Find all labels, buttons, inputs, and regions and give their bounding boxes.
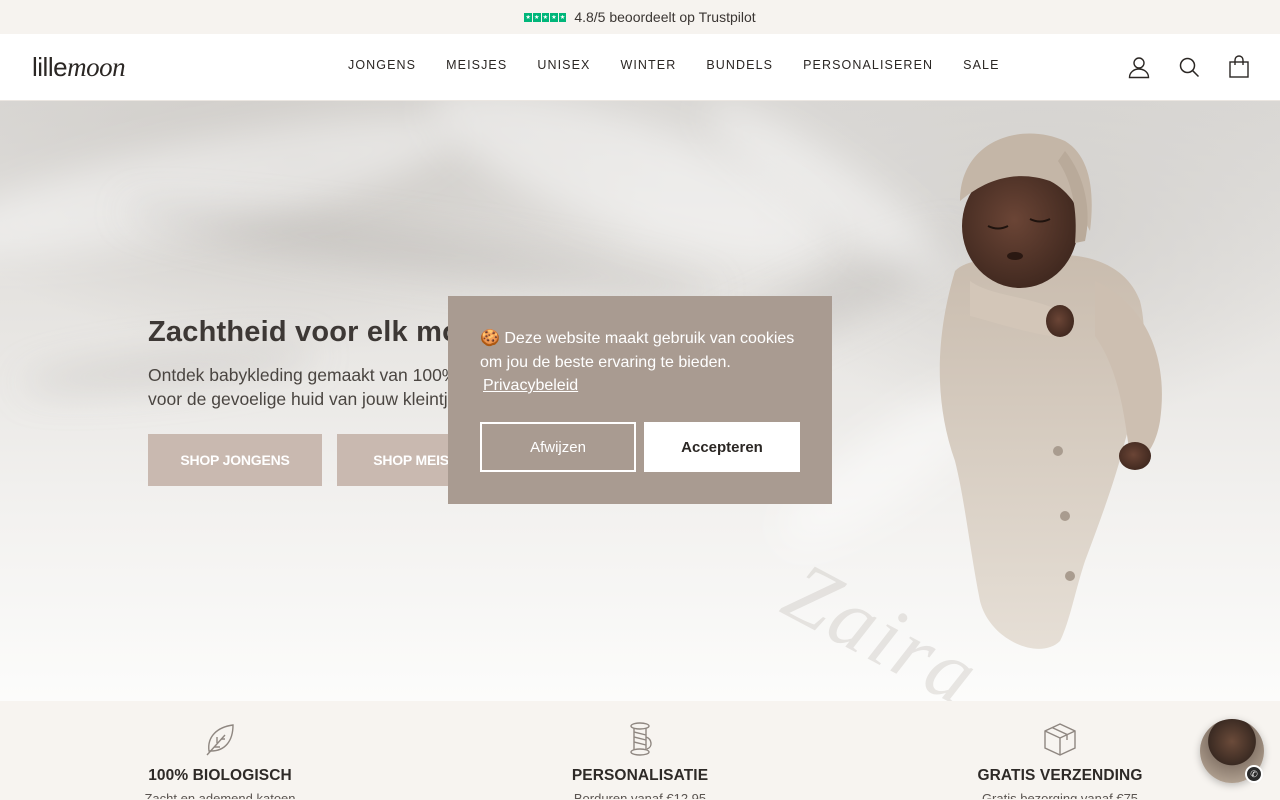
usp-title: PERSONALISATIE [571, 767, 709, 784]
usp-organic: 100% BIOLOGISCH Zacht en ademend katoen [70, 721, 370, 799]
usp-title: GRATIS VERZENDING [977, 767, 1143, 784]
usp-bar: 100% BIOLOGISCH Zacht en ademend katoen … [0, 701, 1280, 800]
cookie-emoji-icon: 🍪 [480, 330, 500, 347]
nav-item-sale[interactable]: SALE [963, 58, 999, 72]
search-icon[interactable] [1178, 55, 1200, 79]
usp-subtitle: Zacht en ademend katoen [144, 791, 296, 799]
privacy-policy-link[interactable]: Privacybeleid [483, 377, 578, 395]
usp-personalisation: PERSONALISATIE Borduren vanaf €12,95 [490, 721, 790, 799]
leaf-icon [206, 724, 234, 756]
site-header: lillemoon JONGENS MEISJES UNISEX WINTER … [0, 34, 1280, 101]
usp-subtitle: Borduren vanaf €12,95 [573, 791, 707, 799]
trustpilot-rating-text[interactable]: 4.8/5 beoordeelt op Trustpilot [574, 9, 755, 25]
nav-item-winter[interactable]: WINTER [620, 58, 676, 72]
hero-subtitle: Ontdek babykleding gemaakt van 100% biol… [148, 363, 478, 411]
whatsapp-icon[interactable]: ✆ [1245, 765, 1263, 783]
hero-subtitle-line1: Ontdek babykleding gemaakt van 100% biol… [148, 365, 478, 385]
usp-title: 100% BIOLOGISCH [148, 767, 292, 784]
cookie-consent-dialog: 🍪 Deze website maakt gebruik van cookies… [448, 296, 832, 504]
trustpilot-stars-icon [524, 12, 567, 22]
logo[interactable]: lillemoon [32, 52, 126, 83]
thread-spool-icon [630, 722, 652, 756]
nav-item-jongens[interactable]: JONGENS [348, 58, 416, 72]
cart-icon[interactable] [1228, 55, 1250, 79]
logo-part1: lille [32, 52, 68, 82]
reject-cookies-button[interactable]: Afwijzen [480, 422, 636, 472]
usp-shipping: GRATIS VERZENDING Gratis bezorging vanaf… [910, 721, 1210, 799]
baby-photo [939, 133, 1162, 649]
accept-cookies-button[interactable]: Accepteren [644, 422, 800, 472]
announcement-bar: 4.8/5 beoordeelt op Trustpilot [0, 0, 1280, 34]
cookie-buttons: Afwijzen Accepteren [480, 422, 800, 472]
cookie-text: Deze website maakt gebruik van cookies o… [480, 330, 795, 371]
logo-part2: moon [67, 52, 126, 82]
nav-item-personaliseren[interactable]: PERSONALISEREN [803, 58, 933, 72]
nav-item-bundels[interactable]: BUNDELS [706, 58, 773, 72]
hero-subtitle-line2: voor de gevoelige huid van jouw kleintje… [148, 389, 463, 409]
usp-subtitle: Gratis bezorging vanaf €75 [981, 791, 1139, 799]
account-icon[interactable] [1128, 55, 1150, 79]
nav-item-unisex[interactable]: UNISEX [537, 58, 590, 72]
cookie-message: 🍪 Deze website maakt gebruik van cookies… [480, 327, 800, 375]
main-nav: JONGENS MEISJES UNISEX WINTER BUNDELS PE… [348, 58, 1000, 72]
package-icon [1044, 723, 1076, 756]
shop-jongens-button[interactable]: SHOP JONGENS [148, 434, 322, 486]
header-icons [1128, 55, 1250, 79]
nav-item-meisjes[interactable]: MEISJES [446, 58, 507, 72]
